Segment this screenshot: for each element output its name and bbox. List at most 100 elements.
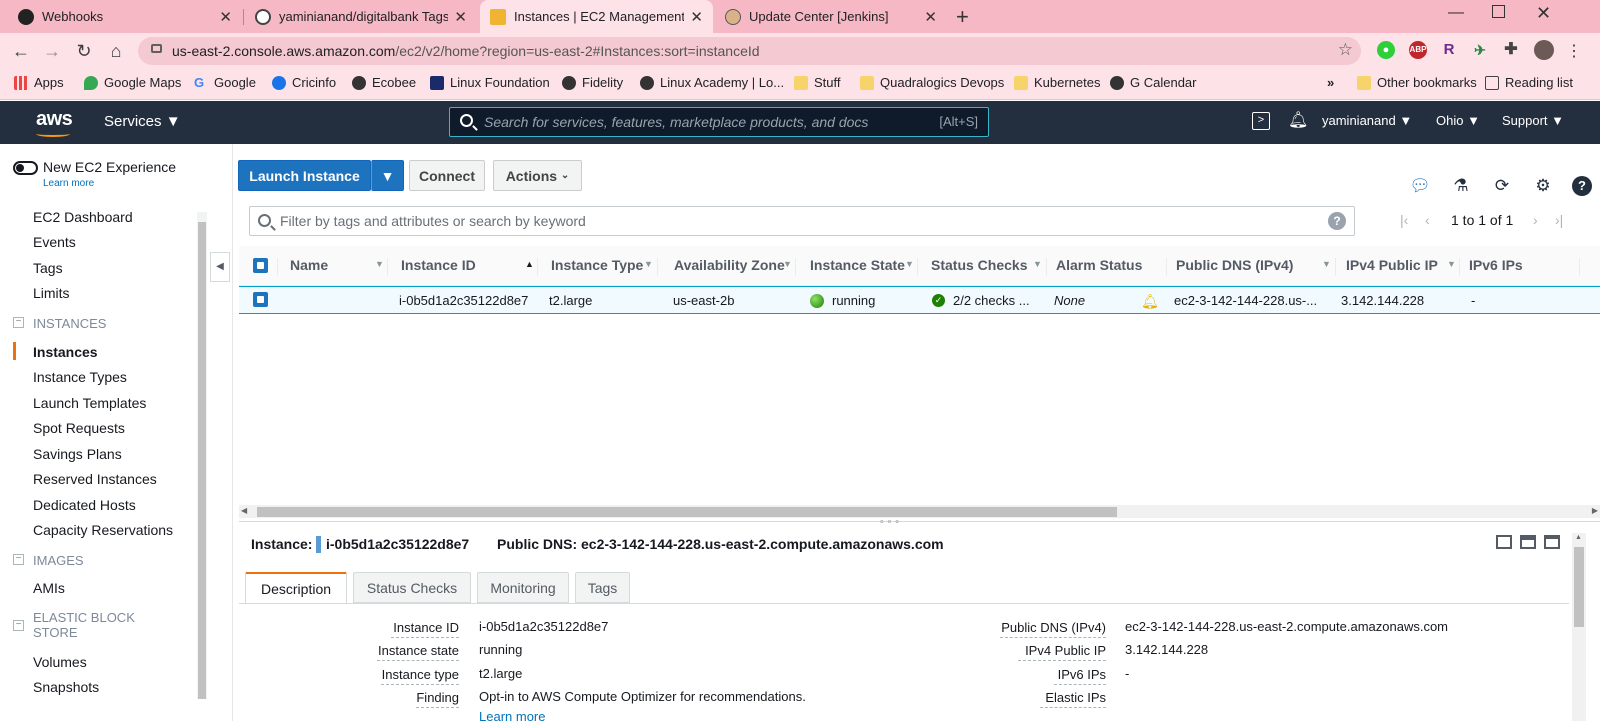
connect-button[interactable]: Connect	[409, 160, 485, 191]
column-header-public-dns[interactable]: Public DNS (IPv4)	[1176, 257, 1293, 273]
sidebar-section-instances[interactable]: INSTANCES	[33, 316, 106, 331]
puzzle-icon[interactable]: ✚	[1502, 41, 1520, 59]
table-horizontal-scrollbar[interactable]: ◀ ▶	[239, 505, 1600, 518]
sidebar-item-launch-templates[interactable]: Launch Templates	[33, 395, 146, 411]
column-header-status-checks[interactable]: Status Checks	[931, 257, 1027, 273]
resize-handle-icon[interactable]: ∘∘∘	[879, 516, 902, 527]
support-menu[interactable]: Support ▼	[1502, 113, 1564, 128]
home-button[interactable]: ⌂	[104, 39, 128, 63]
sidebar-item-spot-requests[interactable]: Spot Requests	[33, 420, 125, 436]
column-header-ipv4-public-ip[interactable]: IPv4 Public IP	[1346, 257, 1438, 273]
table-row[interactable]: i-0b5d1a2c35122d8e7 t2.large us-east-2b …	[239, 286, 1600, 314]
collapse-section-icon[interactable]: −	[13, 554, 24, 565]
sidebar-item-volumes[interactable]: Volumes	[33, 654, 87, 670]
tab-status-checks[interactable]: Status Checks	[353, 572, 471, 603]
extension-green-icon[interactable]: ●	[1377, 41, 1395, 59]
sidebar-section-images[interactable]: IMAGES	[33, 553, 84, 568]
browser-menu-icon[interactable]: ⋮	[1566, 41, 1582, 61]
sidebar-item-tags[interactable]: Tags	[33, 260, 63, 276]
caret-down-icon[interactable]: ▼	[644, 259, 653, 269]
launch-dropdown-button[interactable]: ▼	[371, 160, 404, 191]
tab-tags[interactable]: Tags	[575, 572, 630, 603]
aws-search-input[interactable]	[450, 114, 988, 130]
sort-ascending-icon[interactable]: ▲	[525, 259, 534, 269]
sidebar-item-ec2-dashboard[interactable]: EC2 Dashboard	[33, 209, 133, 225]
column-header-availability-zone[interactable]: Availability Zone	[674, 257, 785, 273]
column-header-ipv6-ips[interactable]: IPv6 IPs	[1469, 257, 1523, 273]
sidebar-item-savings-plans[interactable]: Savings Plans	[33, 446, 122, 462]
filter-input[interactable]	[250, 213, 1354, 229]
collapse-sidebar-button[interactable]: ◀	[210, 252, 230, 282]
help-icon[interactable]: ?	[1572, 176, 1592, 196]
new-tab-button[interactable]: +	[956, 4, 969, 30]
browser-tab-digitalbank[interactable]: yaminianand/digitalbank Tags ✕	[245, 0, 477, 33]
extension-r-icon[interactable]: R	[1440, 41, 1458, 59]
sidebar-item-amis[interactable]: AMIs	[33, 580, 65, 596]
star-icon[interactable]: ☆	[1338, 40, 1353, 60]
caret-down-icon[interactable]: ▼	[1033, 259, 1042, 269]
browser-tab-jenkins[interactable]: Update Center [Jenkins] ✕	[715, 0, 947, 33]
column-header-instance-id[interactable]: Instance ID	[401, 257, 476, 273]
gear-icon[interactable]: ⚙	[1532, 175, 1554, 197]
chat-icon[interactable]: 💬︎	[1409, 175, 1431, 197]
reload-button[interactable]: ↻	[72, 39, 96, 63]
bookmark-kubernetes[interactable]: Kubernetes	[1014, 75, 1101, 90]
services-menu[interactable]: Services ▼	[104, 113, 181, 130]
sidebar-item-instances[interactable]: Instances	[33, 344, 98, 360]
bookmarks-overflow[interactable]: »	[1327, 75, 1334, 90]
sidebar-item-capacity-reservations[interactable]: Capacity Reservations	[33, 522, 173, 538]
forward-button[interactable]: →	[40, 39, 64, 63]
layout-full-icon[interactable]	[1544, 535, 1560, 549]
column-header-name[interactable]: Name	[290, 257, 328, 273]
aws-search[interactable]: [Alt+S]	[449, 107, 989, 137]
new-experience-toggle[interactable]	[13, 161, 38, 175]
caret-down-icon[interactable]: ▼	[905, 259, 914, 269]
first-page-icon[interactable]: |‹	[1400, 212, 1408, 228]
bookmark-g-calendar[interactable]: G Calendar	[1110, 75, 1196, 90]
bookmark-quadralogics[interactable]: Quadralogics Devops	[860, 75, 1004, 90]
close-window-button[interactable]: ✕	[1536, 3, 1551, 24]
bookmark-fidelity[interactable]: Fidelity	[562, 75, 623, 90]
sidebar-item-events[interactable]: Events	[33, 234, 76, 250]
account-menu[interactable]: yaminianand ▼	[1322, 113, 1412, 128]
bookmark-cricinfo[interactable]: Cricinfo	[272, 75, 336, 90]
caret-down-icon[interactable]: ▼	[1322, 259, 1331, 269]
collapse-section-icon[interactable]: −	[13, 620, 24, 631]
bookmark-stuff[interactable]: Stuff	[794, 75, 841, 90]
actions-button[interactable]: Actions ⌄	[493, 160, 582, 191]
learn-more-link[interactable]: Learn more	[43, 178, 94, 189]
last-page-icon[interactable]: ›|	[1555, 212, 1563, 228]
caret-down-icon[interactable]: ▼	[783, 259, 792, 269]
region-menu[interactable]: Ohio ▼	[1436, 113, 1480, 128]
sidebar-scrollbar[interactable]	[197, 212, 207, 699]
close-icon[interactable]: ✕	[924, 8, 937, 26]
url-field[interactable]: us-east-2.console.aws.amazon.com/ec2/v2/…	[138, 37, 1361, 65]
close-icon[interactable]: ✕	[690, 8, 703, 26]
caret-down-icon[interactable]: ▼	[1447, 259, 1456, 269]
sidebar-item-dedicated-hosts[interactable]: Dedicated Hosts	[33, 497, 136, 513]
next-page-icon[interactable]: ›	[1533, 212, 1538, 228]
bookmark-other[interactable]: Other bookmarks	[1357, 75, 1477, 90]
cloudshell-icon[interactable]: >	[1252, 112, 1270, 130]
sidebar-item-reserved-instances[interactable]: Reserved Instances	[33, 471, 157, 487]
sidebar-item-instance-types[interactable]: Instance Types	[33, 369, 127, 385]
refresh-icon[interactable]: ⟳	[1491, 175, 1513, 197]
layout-bottom-icon[interactable]	[1496, 535, 1512, 549]
scroll-right-icon[interactable]: ▶	[1592, 506, 1598, 515]
back-button[interactable]: ←	[9, 39, 33, 63]
sidebar-section-ebs[interactable]: ELASTIC BLOCK STORE	[33, 610, 135, 640]
extension-bird-icon[interactable]: ✈	[1471, 41, 1489, 59]
collapse-section-icon[interactable]: −	[13, 317, 24, 328]
bookmark-google-maps[interactable]: Google Maps	[84, 75, 181, 90]
minimize-button[interactable]: —	[1448, 4, 1464, 22]
close-icon[interactable]: ✕	[454, 8, 467, 26]
bookmark-apps[interactable]: Apps	[14, 75, 64, 90]
prev-page-icon[interactable]: ‹	[1425, 212, 1430, 228]
caret-down-icon[interactable]: ▼	[375, 259, 384, 269]
reading-list[interactable]: Reading list	[1485, 75, 1573, 90]
aws-logo[interactable]: aws	[36, 108, 73, 131]
bookmark-linux-academy[interactable]: Linux Academy | Lo...	[640, 75, 784, 90]
launch-instance-button[interactable]: Launch Instance	[238, 160, 371, 191]
browser-tab-webhooks[interactable]: Webhooks ✕	[8, 0, 242, 33]
layout-split-icon[interactable]	[1520, 535, 1536, 549]
